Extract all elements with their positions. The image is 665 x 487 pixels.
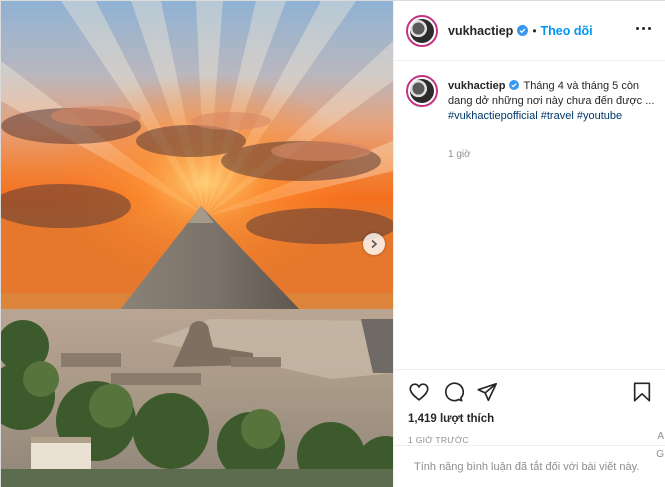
separator-dot: • xyxy=(532,23,537,38)
post-photo[interactable] xyxy=(1,1,393,487)
heart-icon[interactable] xyxy=(408,381,430,403)
hashtag-link[interactable]: #travel xyxy=(541,110,574,122)
sidebar-fragment-a: A xyxy=(657,431,664,442)
caption-username[interactable]: vukhactiep xyxy=(448,80,505,92)
caption-timestamp: 1 giờ xyxy=(448,149,471,160)
post-side-panel: vukhactiep • Theo dõi vukhactiep Tháng 4 … xyxy=(393,1,665,487)
hashtag-link[interactable]: #vukhactiepofficial xyxy=(448,110,538,122)
next-photo-button[interactable] xyxy=(363,233,385,255)
follow-button[interactable]: Theo dõi xyxy=(541,24,593,38)
chevron-right-icon xyxy=(371,239,378,249)
caption-text: vukhactiep Tháng 4 và tháng 5 còn dang dở… xyxy=(448,79,656,124)
comments-disabled-notice: Tính năng bình luận đã tắt đối với bài v… xyxy=(394,445,665,487)
sidebar-fragment-g: G xyxy=(656,449,664,460)
post-timestamp[interactable]: 1 GIỜ TRƯỚC xyxy=(408,435,653,445)
pyramid-sunset-image xyxy=(1,1,393,487)
bookmark-icon[interactable] xyxy=(631,381,653,403)
verified-badge-icon xyxy=(509,80,520,90)
verified-badge-icon xyxy=(517,25,529,36)
post-header: vukhactiep • Theo dõi xyxy=(394,1,665,61)
avatar[interactable] xyxy=(406,14,438,47)
post-caption: vukhactiep Tháng 4 và tháng 5 còn dang dở… xyxy=(406,75,656,124)
caption-avatar[interactable] xyxy=(406,75,438,107)
share-icon[interactable] xyxy=(476,381,498,403)
more-options-icon[interactable] xyxy=(636,27,651,30)
comment-icon[interactable] xyxy=(442,381,464,403)
username-link[interactable]: vukhactiep xyxy=(448,24,513,38)
likes-count[interactable]: 1,419 lượt thích xyxy=(408,413,653,425)
hashtag-link[interactable]: #youtube xyxy=(577,110,622,122)
action-bar: 1,419 lượt thích 1 GIỜ TRƯỚC xyxy=(394,369,665,445)
post-dialog: vukhactiep • Theo dõi vukhactiep Tháng 4 … xyxy=(0,0,665,487)
